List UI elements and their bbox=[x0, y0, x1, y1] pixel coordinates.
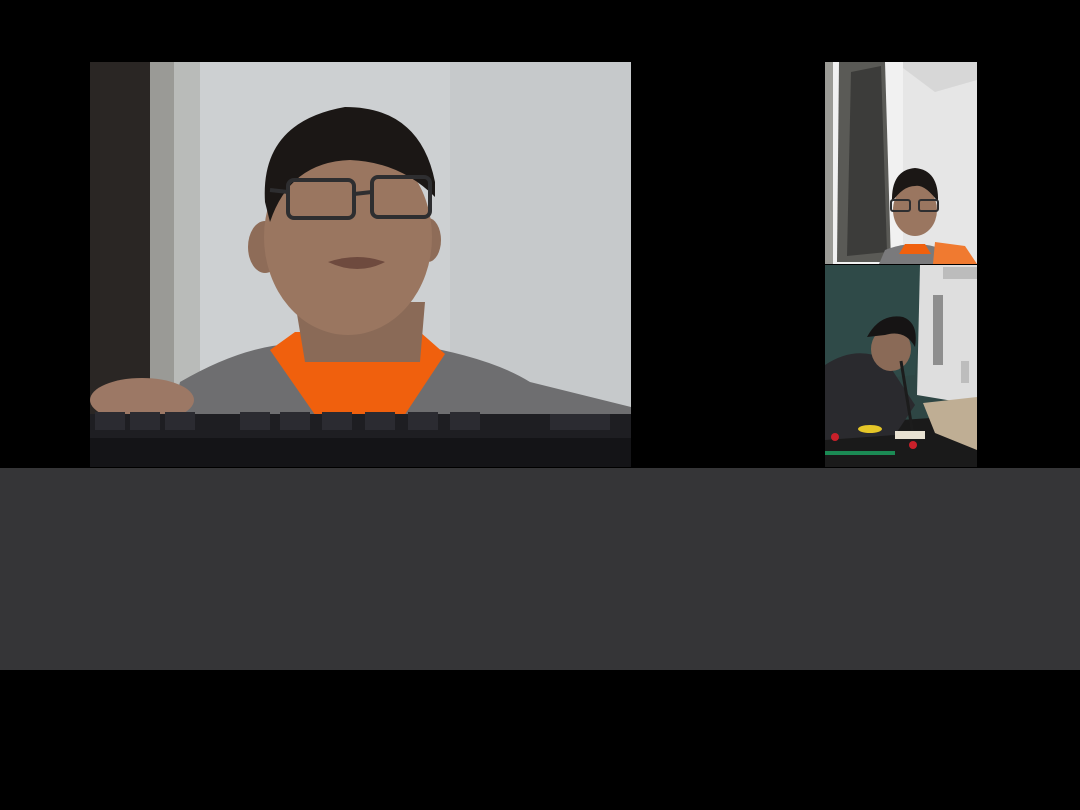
main-video-feed bbox=[90, 62, 631, 467]
thumbnail-video-feed-2 bbox=[825, 265, 977, 467]
main-video-tile[interactable] bbox=[90, 62, 631, 467]
call-controls-panel bbox=[0, 468, 1080, 670]
video-call-stage bbox=[0, 0, 1080, 810]
thumbnail-video-tile-2[interactable] bbox=[825, 265, 977, 467]
thumbnail-video-feed-1 bbox=[825, 62, 977, 264]
thumbnail-video-tile-1[interactable] bbox=[825, 62, 977, 264]
